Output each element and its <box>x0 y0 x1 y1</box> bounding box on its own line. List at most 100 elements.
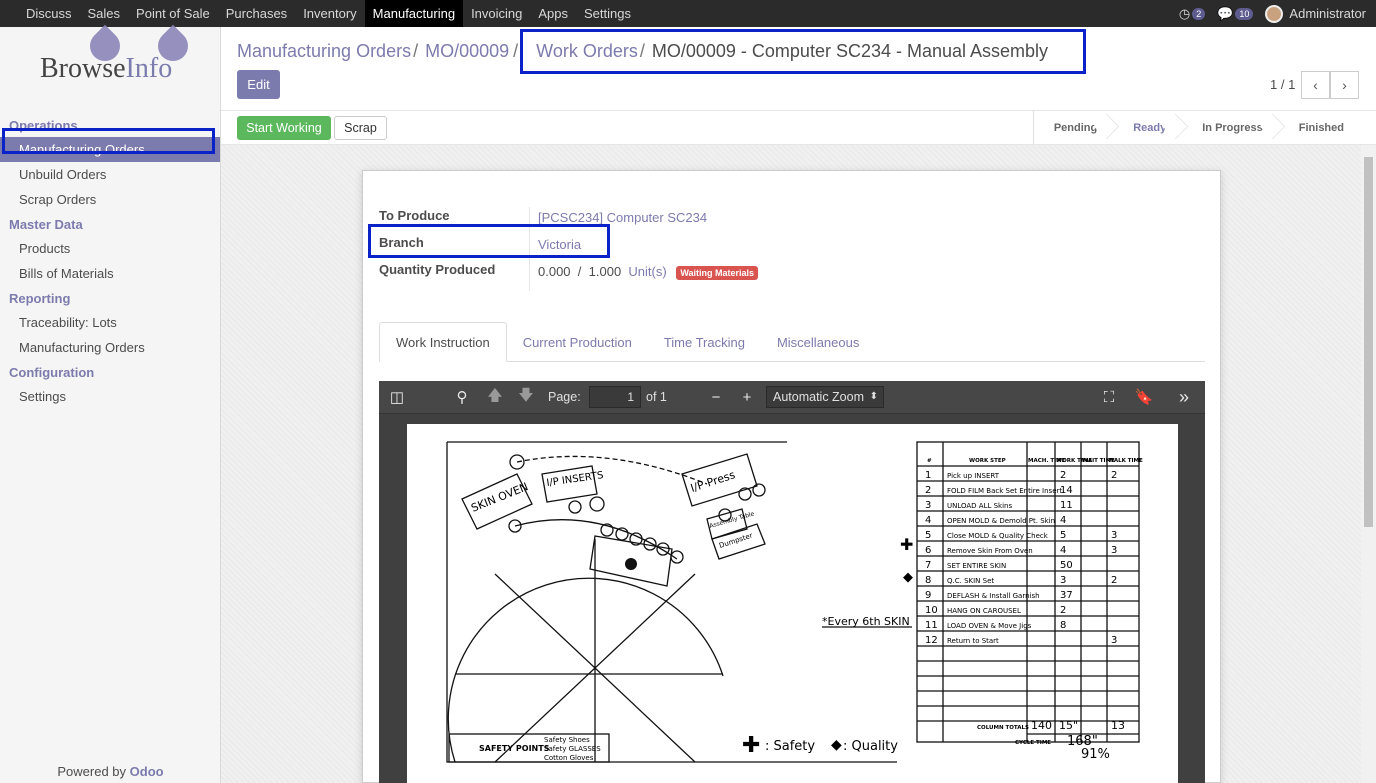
zoom-out-icon[interactable]: − <box>706 381 726 413</box>
tab-miscellaneous[interactable]: Miscellaneous <box>761 322 875 362</box>
drawing-safety-item: Cotton Gloves <box>544 754 594 762</box>
work-step-text: Return to Start <box>947 637 999 645</box>
menu-sales[interactable]: Sales <box>80 0 129 27</box>
sidebar-item-traceability-lots[interactable]: Traceability: Lots <box>0 310 220 335</box>
pager-previous-button[interactable]: ‹ <box>1301 71 1330 99</box>
work-step-text: Pick up INSERT <box>947 472 1000 480</box>
pdf-viewer: ◫ ⚲ 🡅 🡇 Page: 1 of 1 − + Automatic Zoom … <box>379 381 1205 783</box>
section-operations: Operations <box>9 117 78 133</box>
edit-button[interactable]: Edit <box>237 70 280 99</box>
pdf-toolbar: ◫ ⚲ 🡅 🡇 Page: 1 of 1 − + Automatic Zoom … <box>379 381 1205 413</box>
app-menu: Discuss Sales Point of Sale Purchases In… <box>0 0 639 27</box>
sidebar-item-settings[interactable]: Settings <box>0 384 220 409</box>
menu-point-of-sale[interactable]: Point of Sale <box>128 0 218 27</box>
breadcrumb-work-orders[interactable]: Work Orders <box>536 41 638 62</box>
next-page-icon[interactable]: 🡇 <box>516 381 536 413</box>
start-working-button[interactable]: Start Working <box>237 116 331 140</box>
menu-discuss[interactable]: Discuss <box>0 0 80 27</box>
breadcrumb-separator: / <box>413 41 419 61</box>
uom-link[interactable]: Unit(s) <box>628 264 666 279</box>
tab-current-production[interactable]: Current Production <box>507 322 648 362</box>
work-step-value: 37 <box>1060 590 1073 601</box>
drawing-dumpster-label: Dumpster <box>718 532 754 550</box>
menu-apps[interactable]: Apps <box>530 0 576 27</box>
section-configuration: Configuration <box>9 364 95 380</box>
activity-menu[interactable]: ◷ 2 <box>1179 6 1206 22</box>
sidebar-item-scrap-orders[interactable]: Scrap Orders <box>0 187 220 212</box>
tab-time-tracking[interactable]: Time Tracking <box>648 322 761 362</box>
work-step-value: 9 <box>925 590 931 601</box>
stage-pending[interactable]: Pending <box>1034 111 1113 144</box>
work-step-value: 1 <box>925 470 931 481</box>
work-step-value: 2 <box>1111 470 1117 481</box>
notebook-tabs: Work Instruction Current Production Time… <box>379 322 1205 362</box>
drawing-safety-item: Safety GLASSES <box>544 745 601 753</box>
page-number-input[interactable]: 1 <box>589 386 641 408</box>
work-step-value: 8 <box>1060 620 1066 631</box>
chevron-left-icon: ‹ <box>1313 77 1318 93</box>
sidebar-item-manufacturing-orders[interactable]: Manufacturing Orders <box>0 137 220 162</box>
work-step-value: 14 <box>1060 485 1073 496</box>
to-produce-link[interactable]: [PCSC234] Computer SC234 <box>538 210 707 225</box>
scrap-button[interactable]: Scrap <box>334 116 387 140</box>
breadcrumb-manufacturing-orders[interactable]: Manufacturing Orders <box>237 41 411 62</box>
sidebar-item-bills-of-materials[interactable]: Bills of Materials <box>0 261 220 286</box>
menu-settings[interactable]: Settings <box>576 0 639 27</box>
legend-quality-label: : Quality <box>843 739 898 754</box>
quantity-produced-label: Quantity Produced <box>379 262 496 277</box>
sidebar-item-unbuild-orders[interactable]: Unbuild Orders <box>0 162 220 187</box>
table-header: WORK STEP <box>969 458 1006 464</box>
table-header: WALK TIME <box>1108 458 1143 464</box>
more-tools-icon[interactable]: » <box>1174 381 1194 413</box>
activity-count-badge: 2 <box>1192 7 1206 20</box>
branch-label: Branch <box>379 235 424 250</box>
tab-work-instruction[interactable]: Work Instruction <box>379 322 507 362</box>
company-logo: BrowseInfo <box>0 24 220 109</box>
legend-safety-label: : Safety <box>765 739 815 754</box>
stage-ready[interactable]: Ready <box>1113 111 1182 144</box>
stage-finished[interactable]: Finished <box>1279 111 1360 144</box>
user-menu[interactable]: Administrator <box>1265 4 1366 23</box>
breadcrumb-mo[interactable]: MO/00009 <box>425 41 509 62</box>
branch-link[interactable]: Victoria <box>538 237 581 252</box>
zoom-select[interactable]: Automatic Zoom <box>766 386 884 408</box>
search-icon[interactable]: ⚲ <box>452 381 472 413</box>
sidebar-toggle-icon[interactable]: ◫ <box>387 381 407 413</box>
work-step-value: 4 <box>1060 515 1066 526</box>
work-step-value: 2 <box>1111 575 1117 586</box>
fullscreen-icon[interactable]: ⛶ <box>1099 381 1119 413</box>
zoom-in-icon[interactable]: + <box>737 381 757 413</box>
work-step-text: SET ENTIRE SKIN <box>947 562 1006 570</box>
pager-value: 1 / 1 <box>1270 77 1296 92</box>
previous-page-icon[interactable]: 🡅 <box>485 381 505 413</box>
work-step-value: 7 <box>925 560 931 571</box>
powered-by: Powered by Odoo <box>57 764 164 779</box>
pdf-page: SKIN OVEN I/P INSERTS I/P Press Assembly… <box>407 424 1178 783</box>
pager-next-button[interactable]: › <box>1330 71 1359 99</box>
sidebar-item-products[interactable]: Products <box>0 236 220 261</box>
breadcrumb-separator: / <box>639 41 645 61</box>
messaging-menu[interactable]: 💬 10 <box>1217 6 1254 22</box>
work-step-value: 4 <box>925 515 931 526</box>
work-instruction-drawing: SKIN OVEN I/P INSERTS I/P Press Assembly… <box>446 441 1143 763</box>
scrollbar-thumb[interactable] <box>1364 157 1373 527</box>
page-title: MO/00009 - Computer SC234 - Manual Assem… <box>651 41 1049 61</box>
user-name: Administrator <box>1289 6 1366 21</box>
menu-purchases[interactable]: Purchases <box>218 0 295 27</box>
work-step-value: 5 <box>1060 530 1066 541</box>
stage-in-progress[interactable]: In Progress <box>1182 111 1279 144</box>
menu-manufacturing[interactable]: Manufacturing <box>364 0 464 27</box>
sidebar: BrowseInfo Operations Manufacturing Orde… <box>0 24 221 783</box>
menu-invoicing[interactable]: Invoicing <box>463 0 530 27</box>
sidebar-item-manufacturing-orders-report[interactable]: Manufacturing Orders <box>0 335 220 360</box>
status-badge: Waiting Materials <box>676 266 759 280</box>
stage-pipeline: Pending Ready In Progress Finished <box>1032 111 1360 144</box>
quality-diamond-icon: ◆ <box>903 570 913 585</box>
menu-inventory[interactable]: Inventory <box>295 0 364 27</box>
page-scrollbar[interactable] <box>1361 145 1376 783</box>
bookmark-icon[interactable]: 🔖 <box>1134 381 1154 413</box>
work-step-value: 11 <box>1060 500 1073 511</box>
work-step-value: 3 <box>925 500 931 511</box>
totals-label: COLUMN TOTALS <box>977 725 1029 731</box>
odoo-link[interactable]: Odoo <box>130 764 164 779</box>
